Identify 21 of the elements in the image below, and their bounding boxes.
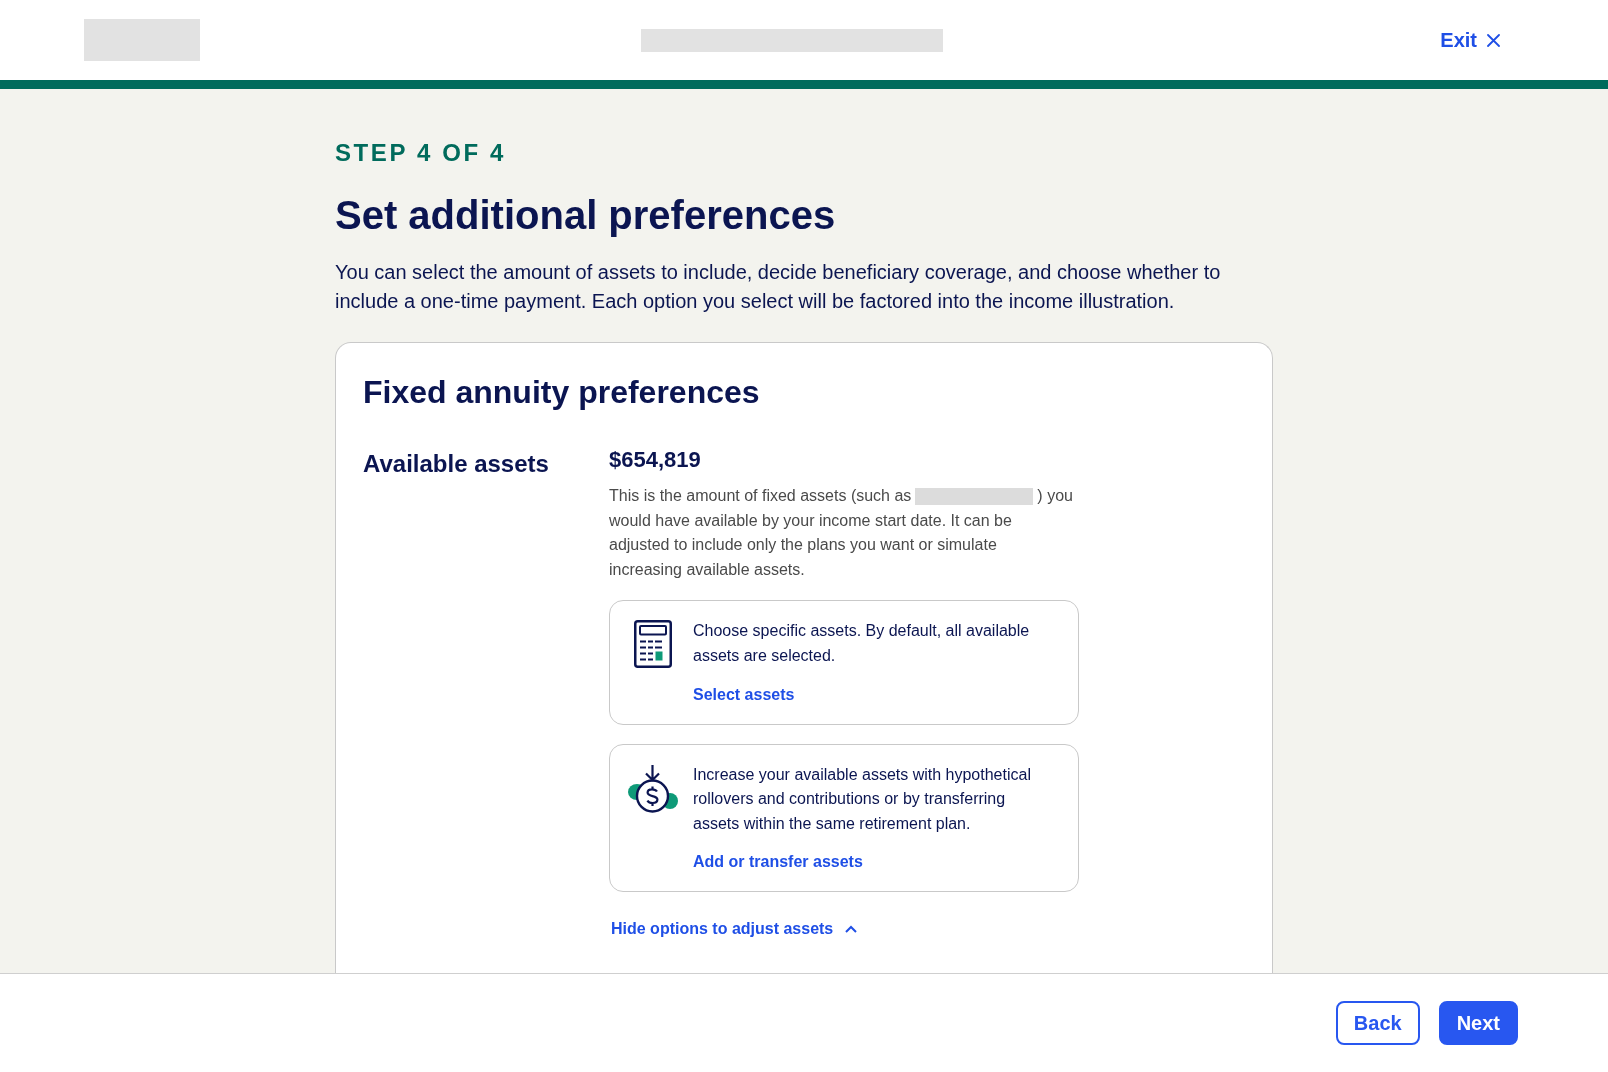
description-text: This is the amount of fixed assets (such as [609,486,912,506]
coin-arrow-icon [628,763,678,813]
next-button[interactable]: Next [1438,1001,1518,1045]
option-text: Choose specific assets. By default, all available assets are selected. [693,621,1031,666]
exit-link[interactable]: Exit [1440,28,1500,52]
description-text: would have available by your income start date. It can be adjusted to include only the plans you want or simulate increasing available assets. [609,510,1013,580]
chevron-up-icon [845,925,858,934]
card-title: Fixed annuity preferences [363,373,760,411]
back-button[interactable]: Back [1335,1001,1420,1045]
page-title: Set additional preferences [335,192,836,239]
description-text: ) you [1037,486,1073,506]
option-text: Increase your available assets with hypothetical rollovers and contributions or by transferring assets within the same retirement plan. [693,764,1032,834]
option-link[interactable]: Select assets [693,682,795,707]
section-label: Available assets [363,449,549,478]
step-label: STEP 4 OF 4 [335,138,506,167]
close-icon [1487,33,1500,47]
intro-text: You can select the amount of assets to include, decide beneficiary coverage, and choose whether to include a one-time payment. Each option you select will be factored into the income illustration. [335,260,1222,314]
option-link[interactable]: Add or transfer assets [693,850,863,875]
toggle-link[interactable]: Hide options to adjust assets [611,917,858,942]
calculator-icon [634,620,672,669]
amount-value: $654,819 [609,447,701,473]
